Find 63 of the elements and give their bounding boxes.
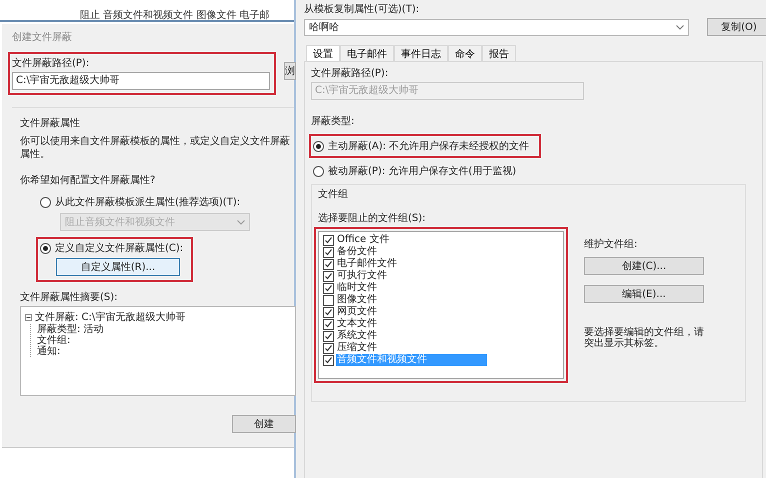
question-text: 你希望如何配置文件屏蔽属性? [20,174,156,187]
radio-label[interactable]: 定义自定义文件屏蔽属性(C): [55,241,184,255]
radio-button[interactable] [40,242,51,254]
template-label: 从模板复制属性(可选)(T): [304,2,420,16]
background-window-text: 阻止 音频文件和视频文件 图像文件 电子邮 [80,8,270,22]
tree-item: 屏蔽类型: 活动 [37,324,104,335]
edit-group-button[interactable]: 编辑(E)... [584,285,704,303]
checkbox[interactable] [323,234,334,246]
custom-properties-button[interactable]: 自定义属性(R)... [56,258,180,276]
path-label: 文件屏蔽路径(P): [311,66,390,80]
list-item[interactable]: 网页文件 [336,306,378,318]
tab[interactable]: 电子邮件 [340,45,394,61]
tab[interactable]: 事件日志 [394,45,448,61]
hint-text: 要选择要编辑的文件组，请突出显示其标签。 [584,327,705,349]
chevron-down-icon [237,220,245,224]
dialog-title: 创建文件屏蔽 [12,30,73,44]
file-groups-label: 选择要阻止的文件组(S): [318,212,427,225]
checkbox[interactable] [323,342,334,354]
list-item[interactable]: 临时文件 [336,282,378,294]
radio-button[interactable] [40,196,51,208]
checkbox[interactable] [323,330,334,342]
tree-item: 文件屏蔽: C:\宇宙无敌超级大帅哥 [35,310,186,324]
browse-button[interactable]: 浏 [284,62,296,80]
checkbox[interactable] [323,246,334,258]
path-field[interactable]: C:\宇宙无敌超级大帅哥 [12,72,270,90]
create-button[interactable]: 创建 [232,415,296,433]
radio-label[interactable]: 从此文件屏蔽模板派生属性(推荐选项)(T): [55,195,240,209]
list-item[interactable]: 备份文件 [336,246,378,258]
checkbox[interactable] [323,294,334,306]
tree-item: 文件组: [37,335,70,346]
screen-type-label: 屏蔽类型: [311,114,356,128]
list-item[interactable]: 压缩文件 [336,342,378,354]
tab[interactable]: 设置 [306,45,340,62]
collapse-icon[interactable] [25,314,32,320]
list-item[interactable]: 可执行文件 [336,270,388,282]
tree-item: 通知: [37,346,60,357]
radio-button[interactable] [313,140,324,152]
description-text: 你可以使用来自文件屏蔽模板的属性，或定义自定义文件屏蔽属性。 [20,135,290,161]
radio-label[interactable]: 主动屏蔽(A): 不允许用户保存未经授权的文件 [328,139,530,153]
copy-button[interactable]: 复制(O) [707,18,766,36]
checkbox[interactable] [323,318,334,330]
tab[interactable]: 命令 [448,45,482,61]
chevron-down-icon [676,24,684,30]
create-group-button[interactable]: 创建(C)... [584,257,704,275]
group-title: 文件组 [318,188,349,201]
path-label: 文件屏蔽路径(P): [12,56,90,70]
section-title: 文件屏蔽属性 [20,116,81,130]
checkbox[interactable] [323,354,334,366]
checkbox[interactable] [323,306,334,318]
list-item[interactable]: 图像文件 [336,294,378,306]
checkbox[interactable] [323,282,334,294]
checkbox[interactable] [323,258,334,270]
list-item[interactable]: 电子邮件文件 [336,258,398,270]
checkbox[interactable] [323,270,334,282]
list-item[interactable]: 系统文件 [336,330,378,342]
tab[interactable]: 报告 [482,45,516,61]
maintain-label: 维护文件组: [584,238,638,251]
summary-label: 文件屏蔽属性摘要(S): [20,290,119,304]
radio-label[interactable]: 被动屏蔽(P): 允许用户保存文件(用于监视) [328,164,516,178]
list-item[interactable]: 文本文件 [336,318,378,330]
list-item[interactable]: Office 文件 [336,234,390,246]
radio-button[interactable] [313,166,324,176]
template-dropdown[interactable]: 哈啊哈 [304,18,689,36]
